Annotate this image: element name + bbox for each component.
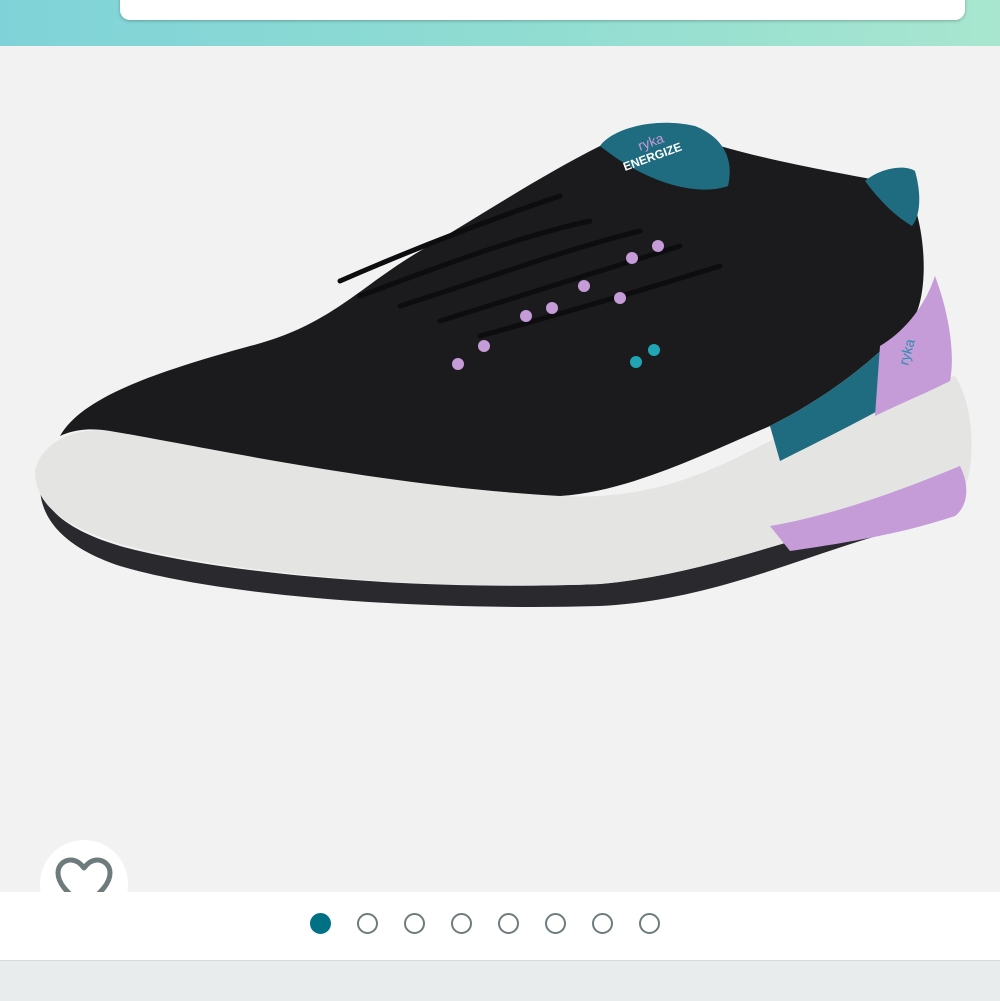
carousel-dot[interactable] — [310, 913, 331, 934]
carousel-dot[interactable] — [592, 913, 613, 934]
carousel-dot[interactable] — [545, 913, 566, 934]
carousel-dot[interactable] — [498, 913, 519, 934]
product-image-gallery[interactable]: ryka ENERGIZE ryka — [0, 46, 1000, 928]
carousel-dot[interactable] — [357, 913, 378, 934]
carousel-dot[interactable] — [639, 913, 660, 934]
carousel-indicator — [0, 892, 1000, 960]
sneaker-image[interactable]: ryka ENERGIZE ryka — [0, 46, 1000, 892]
search-input[interactable] — [120, 0, 965, 20]
header-bar — [0, 0, 1000, 46]
bottom-strip — [0, 960, 1000, 1001]
carousel-dot[interactable] — [404, 913, 425, 934]
carousel-dot[interactable] — [451, 913, 472, 934]
